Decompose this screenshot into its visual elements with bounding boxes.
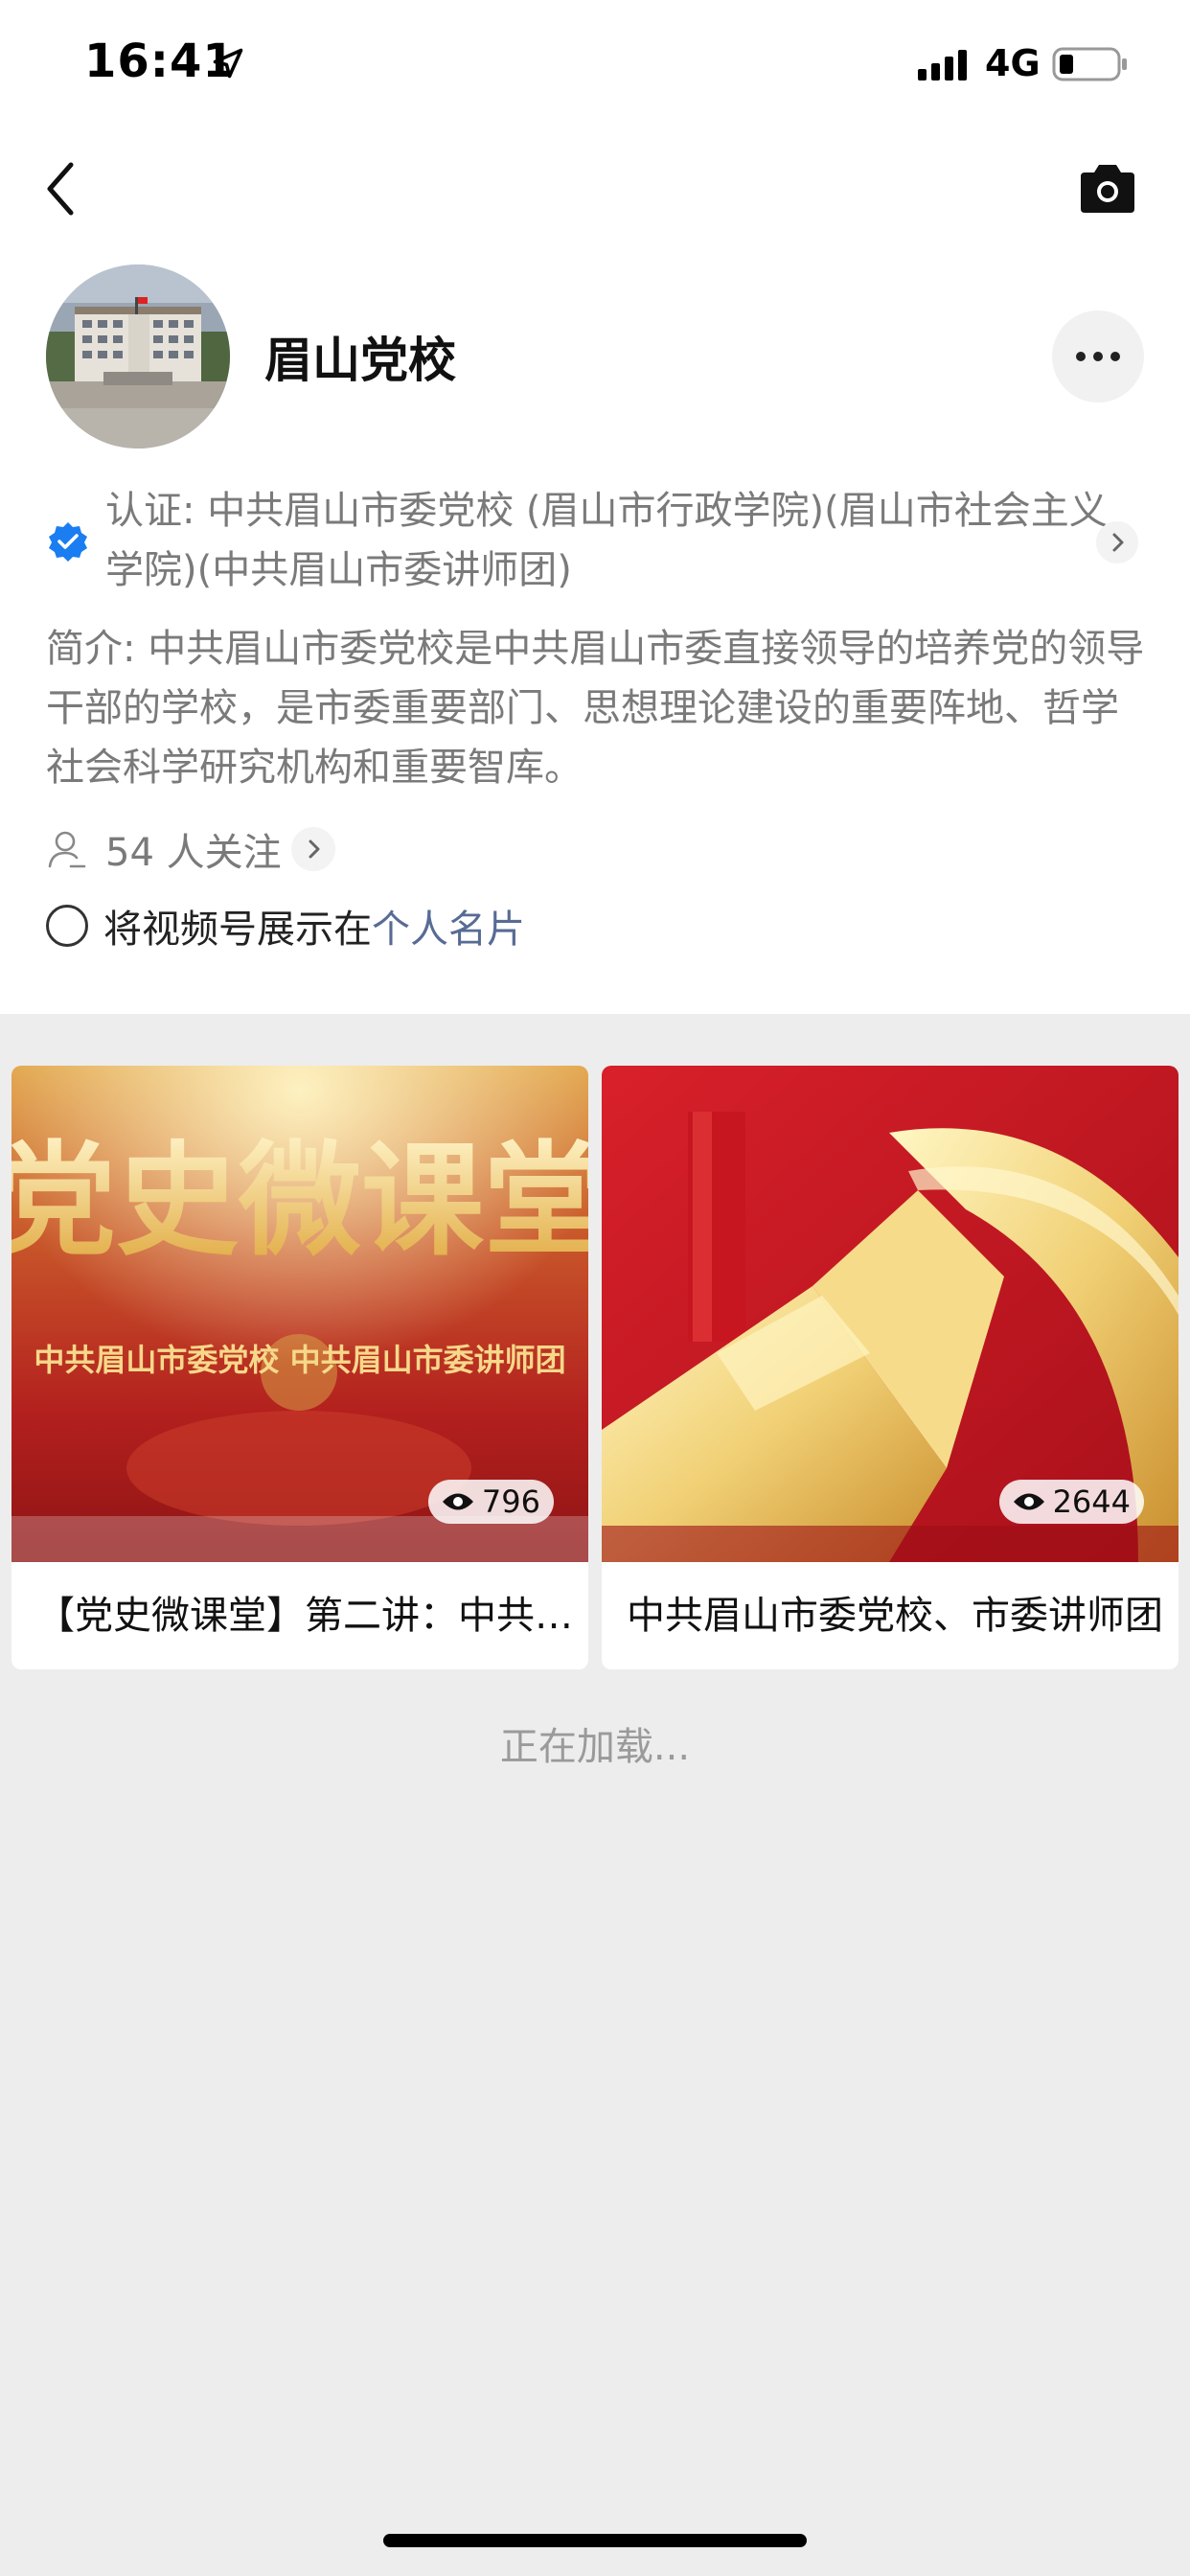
signal-icon <box>918 50 967 80</box>
video-thumbnail: 党史微课堂 中共眉山市委党校 中共眉山市委讲师团 796 <box>11 1066 588 1562</box>
loading-text: 正在加载... <box>499 1725 691 1769</box>
eye-icon <box>442 1493 473 1510</box>
location-arrow-icon <box>213 48 243 79</box>
followers-count: 54 人关注 <box>105 831 282 875</box>
home-indicator[interactable] <box>383 2534 807 2547</box>
show-on-card-row: 将视频号展示在 个人名片 <box>46 897 525 954</box>
view-badge: 796 <box>427 1480 554 1524</box>
more-button[interactable] <box>1052 310 1144 402</box>
show-on-card-text: 将视频号展示在 <box>103 908 372 952</box>
video-thumbnail: 2644 <box>602 1066 1179 1562</box>
video-card[interactable]: 党史微课堂 中共眉山市委党校 中共眉山市委讲师团 796 【党史微课堂】第二讲：… <box>11 1066 588 1669</box>
battery-icon <box>1052 47 1127 81</box>
network-type: 4G <box>985 42 1041 84</box>
eye-icon <box>1013 1493 1044 1510</box>
thumb-subtitle: 中共眉山市委党校 中共眉山市委讲师团 <box>34 1342 565 1378</box>
view-count: 796 <box>481 1484 540 1520</box>
back-button[interactable] <box>38 153 86 224</box>
view-count: 2644 <box>1052 1484 1131 1520</box>
verified-badge-icon <box>49 522 87 562</box>
followers-row[interactable]: 54 人关注 <box>46 820 335 878</box>
video-title: 【党史微课堂】第二讲：中共眉山市委党校 <box>36 1594 573 1638</box>
show-on-card-radio[interactable] <box>46 905 88 947</box>
user-icon <box>48 831 86 868</box>
profile-header: 16:41 4G 眉山党校 认证: 中共眉山市委党校 (眉山市行政学院)(眉山市… <box>0 0 1190 1014</box>
chevron-right-icon <box>290 827 335 871</box>
avatar[interactable] <box>46 264 230 448</box>
status-bar: 16:41 4G <box>0 0 1190 125</box>
view-badge: 2644 <box>998 1480 1144 1524</box>
personal-card-link[interactable]: 个人名片 <box>372 898 525 954</box>
more-dots-icon <box>1076 352 1120 361</box>
chevron-right-icon[interactable] <box>1096 521 1138 564</box>
channel-profile-page: 16:41 4G 眉山党校 认证: 中共眉山市委党校 (眉山市行政学院)(眉山市… <box>0 0 1190 2576</box>
video-title: 中共眉山市委党校、市委讲师团 <box>627 1594 1163 1638</box>
thumb-title: 党史微课堂 <box>11 1129 588 1273</box>
verification-text: 认证: 中共眉山市委党校 (眉山市行政学院)(眉山市社会主义学院)(中共眉山市委… <box>105 489 1108 592</box>
intro-text: 简介: 中共眉山市委党校是中共眉山市委直接领导的培养党的领导干部的学校，是市委重… <box>46 627 1145 790</box>
camera-icon[interactable] <box>1077 161 1138 217</box>
profile-name: 眉山党校 <box>264 333 456 388</box>
video-card[interactable]: 2644 中共眉山市委党校、市委讲师团 <box>602 1066 1179 1669</box>
